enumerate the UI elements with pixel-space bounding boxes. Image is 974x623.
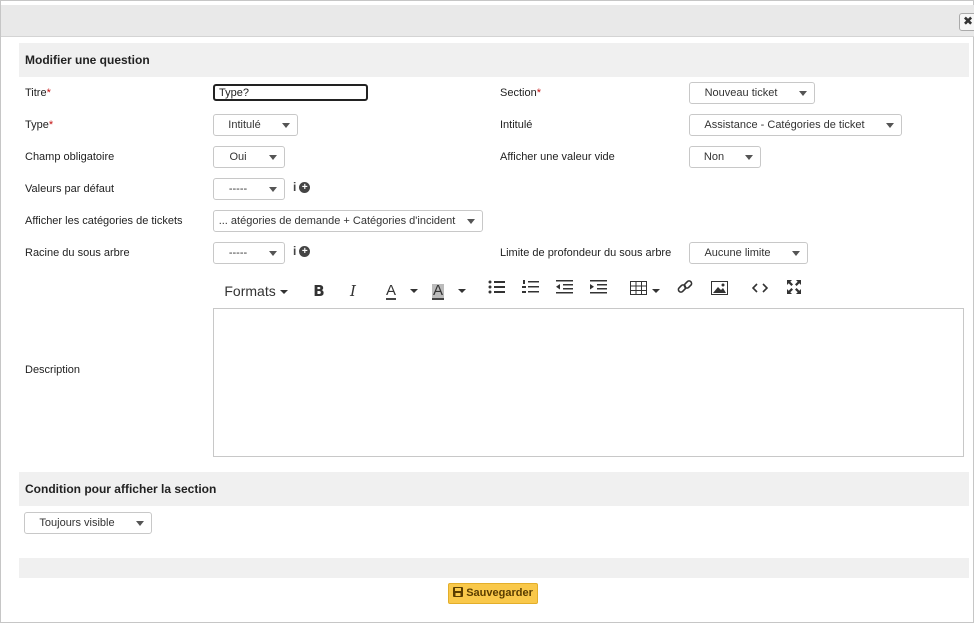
outdent-icon[interactable] bbox=[554, 279, 574, 303]
text-color-dropdown[interactable] bbox=[409, 279, 419, 303]
close-button[interactable]: ✖ bbox=[959, 13, 974, 31]
section-header-condition: Condition pour afficher la section bbox=[19, 472, 969, 506]
afficher-vide-select[interactable]: Non bbox=[689, 146, 761, 168]
valeurs-defaut-label: Valeurs par défaut bbox=[25, 183, 115, 195]
limite-label: Limite de profondeur du sous arbre bbox=[500, 247, 672, 259]
afficher-categories-select[interactable]: ... atégories de demande + Catégories d'… bbox=[213, 210, 483, 232]
bold-icon[interactable]: B bbox=[310, 279, 328, 303]
background-color-dropdown[interactable] bbox=[457, 279, 467, 303]
background-color-icon: A bbox=[431, 282, 444, 300]
limite-select[interactable]: Aucune limite bbox=[689, 242, 808, 264]
section-label: Section* bbox=[500, 87, 541, 99]
description-editor[interactable] bbox=[213, 308, 964, 457]
italic-icon[interactable]: I bbox=[344, 279, 362, 303]
chevron-down-icon bbox=[410, 289, 418, 293]
condition-select[interactable]: Toujours visible bbox=[24, 512, 152, 534]
racine-actions: i + bbox=[293, 244, 311, 258]
indent-icon[interactable] bbox=[588, 279, 608, 303]
section-header-modifier: Modifier une question bbox=[19, 43, 969, 77]
chevron-down-icon bbox=[651, 289, 660, 293]
titre-input[interactable] bbox=[213, 84, 368, 101]
section-select[interactable]: Nouveau ticket bbox=[689, 82, 815, 104]
chevron-down-icon bbox=[282, 123, 290, 128]
intitule-label: Intitulé bbox=[500, 119, 533, 131]
type-select[interactable]: Intitulé bbox=[213, 114, 298, 136]
save-button[interactable]: Sauvegarder bbox=[448, 583, 538, 604]
chevron-down-icon bbox=[467, 219, 475, 224]
chevron-down-icon bbox=[886, 123, 894, 128]
valeurs-defaut-select[interactable]: ----- bbox=[213, 178, 285, 200]
add-circle-icon[interactable]: + bbox=[299, 182, 311, 193]
text-color-button[interactable]: A bbox=[382, 279, 400, 303]
chevron-down-icon bbox=[279, 290, 288, 294]
code-icon[interactable] bbox=[750, 279, 770, 303]
editor-toolbar: Formats B I A A bbox=[213, 279, 973, 303]
close-icon: ✖ bbox=[962, 14, 974, 28]
numbered-list-icon[interactable] bbox=[520, 279, 540, 303]
racine-label: Racine du sous arbre bbox=[25, 247, 130, 259]
text-color-icon: A bbox=[385, 282, 396, 300]
image-icon[interactable] bbox=[709, 279, 729, 303]
chevron-down-icon bbox=[458, 289, 466, 293]
chevron-down-icon bbox=[745, 155, 753, 160]
chevron-down-icon bbox=[792, 251, 800, 256]
champ-obligatoire-label: Champ obligatoire bbox=[25, 151, 115, 163]
type-label: Type* bbox=[25, 119, 54, 131]
link-icon[interactable] bbox=[675, 279, 695, 303]
afficher-vide-label: Afficher une valeur vide bbox=[500, 151, 615, 163]
fullscreen-icon[interactable] bbox=[784, 279, 804, 303]
titre-label: Titre* bbox=[25, 87, 51, 99]
footer-divider bbox=[19, 558, 969, 578]
background-color-button[interactable]: A bbox=[429, 279, 447, 303]
racine-select[interactable]: ----- bbox=[213, 242, 285, 264]
edit-question-dialog: ✖ Modifier une question Titre* Type* Int… bbox=[0, 0, 974, 623]
table-button[interactable] bbox=[629, 279, 661, 303]
info-icon[interactable]: i bbox=[293, 244, 296, 258]
chevron-down-icon bbox=[269, 187, 277, 192]
chevron-down-icon bbox=[136, 521, 144, 526]
add-circle-icon[interactable]: + bbox=[299, 246, 311, 257]
formats-dropdown[interactable]: Formats bbox=[223, 279, 289, 303]
bullet-list-icon[interactable] bbox=[486, 279, 506, 303]
floppy-disk-icon bbox=[453, 587, 464, 597]
dialog-titlebar: ✖ bbox=[1, 5, 974, 37]
intitule-select[interactable]: Assistance - Catégories de ticket bbox=[689, 114, 902, 136]
info-icon[interactable]: i bbox=[293, 180, 296, 194]
afficher-categories-label: Afficher les catégories de tickets bbox=[25, 215, 183, 227]
description-label: Description bbox=[25, 364, 81, 376]
chevron-down-icon bbox=[799, 91, 807, 96]
valeurs-defaut-actions: i + bbox=[293, 180, 311, 194]
table-icon bbox=[630, 281, 648, 295]
champ-obligatoire-select[interactable]: Oui bbox=[213, 146, 285, 168]
chevron-down-icon bbox=[269, 251, 277, 256]
chevron-down-icon bbox=[269, 155, 277, 160]
